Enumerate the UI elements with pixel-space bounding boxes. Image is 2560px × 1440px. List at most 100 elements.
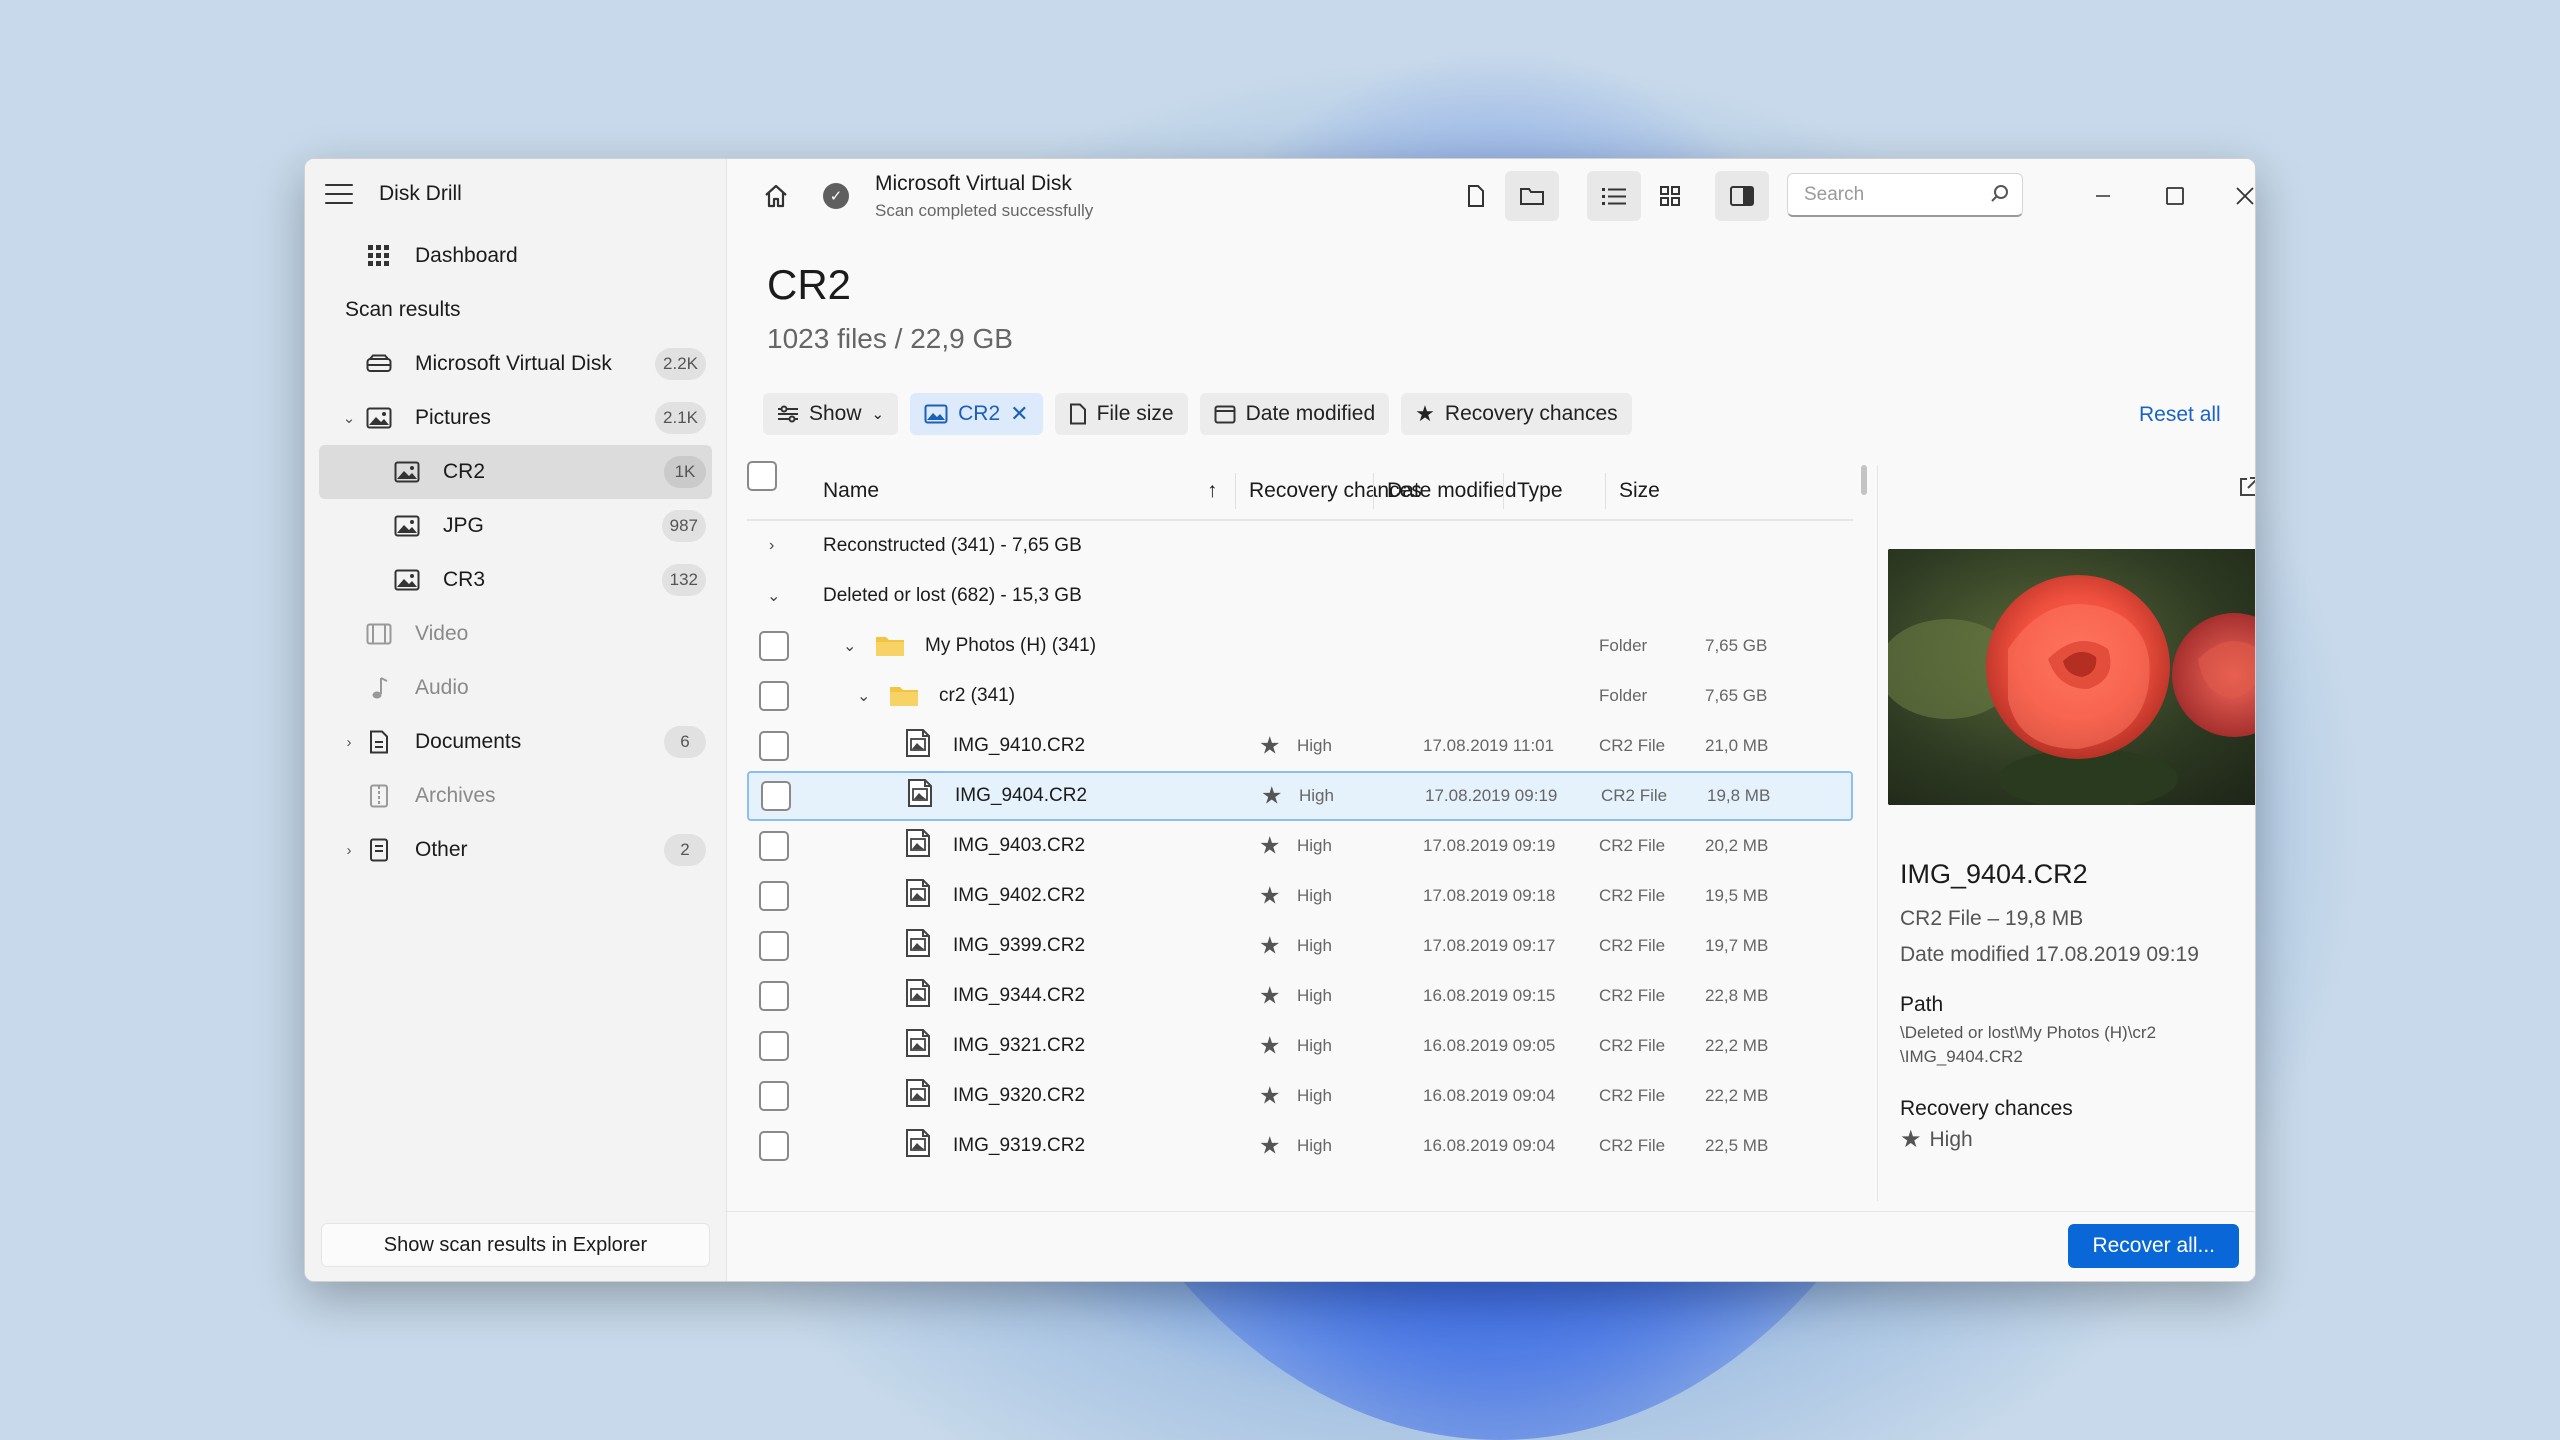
file-size-filter-button[interactable]: File size [1054, 393, 1188, 435]
table-row[interactable]: IMG_9319.CR2 ★ High 16.08.2019 09:04 CR2 Fil… [747, 1121, 1853, 1171]
column-date-modified[interactable]: Date modified [1387, 479, 1517, 503]
file-name: IMG_9319.CR2 [953, 1135, 1086, 1156]
group-label: Reconstructed (341) - 7,65 GB [823, 535, 1082, 556]
remove-filter-icon[interactable]: ✕ [1010, 401, 1028, 427]
sidebar-item-other[interactable]: › Other 2 [319, 823, 712, 877]
sidebar-item-label: Microsoft Virtual Disk [415, 352, 612, 375]
sidebar-item-dashboard[interactable]: Dashboard [319, 229, 712, 283]
chevron-right-icon[interactable]: › [341, 842, 357, 859]
list-view-button[interactable] [1587, 171, 1641, 221]
row-checkbox[interactable] [759, 931, 789, 961]
cr2-filter-chip[interactable]: CR2 ✕ [910, 393, 1043, 435]
sidebar-item-documents[interactable]: › Documents 6 [319, 715, 712, 769]
group-row-reconstructed[interactable]: › Reconstructed (341) - 7,65 GB [747, 521, 1853, 571]
row-checkbox[interactable] [759, 881, 789, 911]
folder-view-button[interactable] [1505, 171, 1559, 221]
menu-icon[interactable] [325, 184, 353, 204]
row-checkbox[interactable] [759, 731, 789, 761]
music-icon [365, 676, 393, 700]
chevron-right-icon[interactable]: › [769, 537, 774, 555]
bottom-bar: Recover all... [727, 1211, 2255, 1281]
star-icon: ★ [1261, 782, 1283, 810]
size-value: 22,5 MB [1705, 1136, 1769, 1155]
sidebar-item-cr3[interactable]: CR3 132 [319, 553, 712, 607]
show-in-explorer-button[interactable]: Show scan results in Explorer [321, 1223, 710, 1267]
chevron-right-icon[interactable]: › [341, 734, 357, 751]
row-checkbox[interactable] [759, 981, 789, 1011]
main-panel: ✓ Microsoft Virtual Disk Scan completed … [727, 159, 2255, 1281]
recover-all-button[interactable]: Recover all... [2068, 1224, 2239, 1268]
folder-size: 7,65 GB [1705, 686, 1768, 705]
sort-ascending-icon[interactable]: ↑ [1207, 479, 1218, 503]
search-input[interactable] [1788, 174, 1968, 215]
grid-view-button[interactable] [1643, 171, 1697, 221]
show-filter-button[interactable]: Show ⌄ [763, 393, 899, 435]
sidebar-item-video[interactable]: Video [319, 607, 712, 661]
date-value: 16.08.2019 09:04 [1423, 1136, 1556, 1155]
open-external-icon[interactable] [2237, 475, 2255, 504]
close-icon[interactable] [2215, 173, 2255, 219]
size-value: 19,8 MB [1707, 786, 1771, 805]
sidebar-item-label: Other [415, 838, 468, 861]
maximize-icon[interactable] [2145, 173, 2205, 219]
table-row[interactable]: IMG_9404.CR2 ★ High 17.08.2019 09:19 CR2 Fil… [747, 771, 1853, 821]
date-modified-filter-label: Date modified [1245, 402, 1376, 425]
cr2-file-icon [903, 978, 933, 1014]
column-type[interactable]: Type [1517, 479, 1563, 503]
table-row[interactable]: IMG_9320.CR2 ★ High 16.08.2019 09:04 CR2 Fil… [747, 1071, 1853, 1121]
size-value: 19,7 MB [1705, 936, 1769, 955]
file-name: IMG_9344.CR2 [953, 985, 1086, 1006]
table-row[interactable]: IMG_9344.CR2 ★ High 16.08.2019 09:15 CR2 Fil… [747, 971, 1853, 1021]
row-checkbox[interactable] [761, 781, 791, 811]
table-row[interactable]: IMG_9402.CR2 ★ High 17.08.2019 09:18 CR2 Fil… [747, 871, 1853, 921]
recovery-value: High [1297, 886, 1332, 905]
star-icon: ★ [1259, 732, 1281, 760]
chevron-down-icon[interactable]: ⌄ [843, 636, 856, 656]
table-row[interactable]: IMG_9321.CR2 ★ High 16.08.2019 09:05 CR2 Fil… [747, 1021, 1853, 1071]
row-checkbox[interactable] [759, 1031, 789, 1061]
date-modified-filter-button[interactable]: Date modified [1199, 393, 1390, 435]
star-icon: ★ [1900, 1126, 1922, 1153]
scrollbar[interactable] [1861, 465, 1867, 495]
sidebar-item-archives[interactable]: Archives [319, 769, 712, 823]
preview-type-size: CR2 File – 19,8 MB [1900, 907, 2084, 930]
folder-row[interactable]: ⌄ My Photos (H) (341) Folder 7,65 GB [747, 621, 1853, 671]
chevron-down-icon[interactable]: ⌄ [341, 409, 357, 427]
table-row[interactable]: IMG_9403.CR2 ★ High 17.08.2019 09:19 CR2 Fil… [747, 821, 1853, 871]
minimize-icon[interactable] [2073, 173, 2133, 219]
sidebar-item-audio[interactable]: Audio [319, 661, 712, 715]
row-checkbox[interactable] [759, 681, 789, 711]
reset-all-link[interactable]: Reset all [2139, 403, 2221, 427]
column-name[interactable]: Name [823, 479, 879, 503]
row-checkbox[interactable] [759, 831, 789, 861]
preview-path-line: \IMG_9404.CR2 [1900, 1047, 2023, 1066]
file-view-button[interactable] [1449, 171, 1503, 221]
preview-pane-button[interactable] [1715, 171, 1769, 221]
folder-type: Folder [1599, 686, 1648, 705]
row-checkbox[interactable] [759, 631, 789, 661]
recovery-chances-filter-button[interactable]: ★ Recovery chances [1401, 393, 1632, 435]
row-checkbox[interactable] [759, 1131, 789, 1161]
preview-recovery-label: Recovery chances [1900, 1097, 2073, 1120]
chevron-down-icon[interactable]: ⌄ [767, 586, 780, 606]
group-row-deleted-or-lost[interactable]: ⌄ Deleted or lost (682) - 15,3 GB [747, 571, 1853, 621]
sidebar-item-cr2[interactable]: CR2 1K [319, 445, 712, 499]
folder-row[interactable]: ⌄ cr2 (341) Folder 7,65 GB [747, 671, 1853, 721]
sidebar-item-jpg[interactable]: JPG 987 [319, 499, 712, 553]
chevron-down-icon[interactable]: ⌄ [857, 686, 870, 706]
sidebar-item-pictures[interactable]: ⌄ Pictures 2.1K [319, 391, 712, 445]
sidebar-item-microsoft-virtual-disk[interactable]: Microsoft Virtual Disk 2.2K [319, 337, 712, 391]
row-checkbox[interactable] [759, 1081, 789, 1111]
table-row[interactable]: IMG_9410.CR2 ★ High 17.08.2019 11:01 CR2 Fil… [747, 721, 1853, 771]
home-icon[interactable] [761, 181, 791, 211]
type-value: CR2 File [1599, 1036, 1666, 1055]
sidebar-item-label: Pictures [415, 406, 491, 429]
search-icon[interactable] [1990, 184, 2010, 204]
column-size[interactable]: Size [1619, 479, 1660, 503]
select-all-checkbox[interactable] [747, 461, 777, 491]
folder-icon [890, 687, 918, 706]
search-box[interactable] [1787, 173, 2023, 217]
table-row[interactable]: IMG_9399.CR2 ★ High 17.08.2019 09:17 CR2 Fil… [747, 921, 1853, 971]
recovery-value: High [1299, 786, 1334, 805]
preview-date: Date modified 17.08.2019 09:19 [1900, 943, 2199, 966]
